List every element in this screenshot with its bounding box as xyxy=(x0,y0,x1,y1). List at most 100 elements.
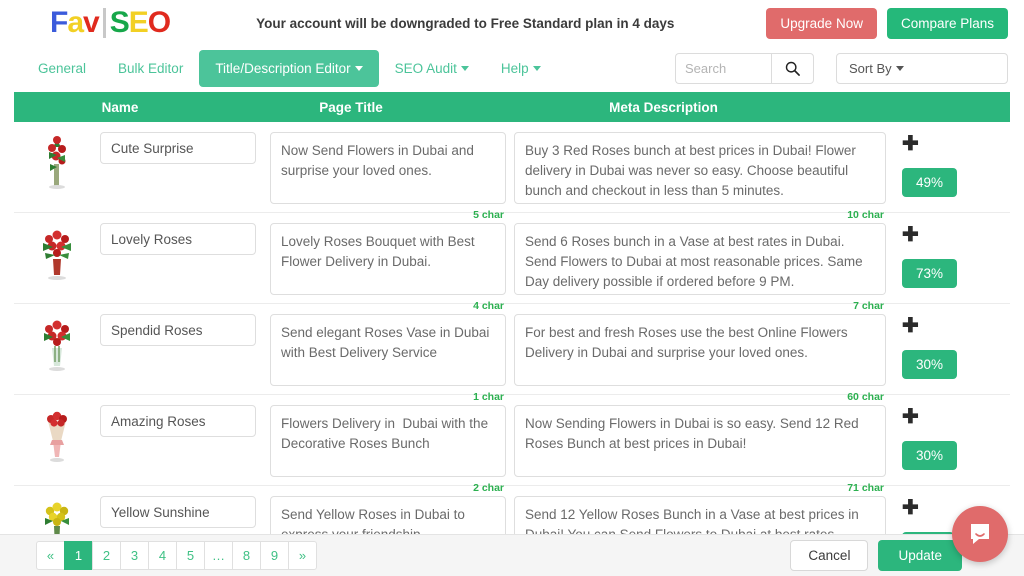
row-actions-cell: ✚ 30% xyxy=(886,405,1010,470)
logo-divider xyxy=(103,8,106,38)
meta-description-cell: Send 6 Roses bunch in a Vase at best rat… xyxy=(514,223,886,300)
downgrade-notice: Your account will be downgraded to Free … xyxy=(170,16,766,31)
column-header-name: Name xyxy=(14,100,226,115)
meta-description-char-count: 60 char xyxy=(847,391,884,403)
page-title-char-count: 4 char xyxy=(473,300,504,312)
top-bar: F a v S E O Your account will be downgra… xyxy=(0,0,1024,46)
name-cell xyxy=(100,223,270,255)
score-badge: 30% xyxy=(902,350,957,379)
update-button[interactable]: Update xyxy=(878,540,962,571)
pagination-next[interactable]: » xyxy=(288,541,317,570)
name-cell xyxy=(100,132,270,164)
pagination-page-9[interactable]: 9 xyxy=(260,541,289,570)
pagination-page-5[interactable]: 5 xyxy=(176,541,205,570)
product-thumbnail-cell xyxy=(14,132,100,190)
nav-label-help: Help xyxy=(501,61,529,76)
name-cell xyxy=(100,314,270,346)
pagination-page-3[interactable]: 3 xyxy=(120,541,149,570)
page-title-char-count: 2 char xyxy=(473,482,504,494)
pagination-ellipsis: … xyxy=(204,541,233,570)
product-name-input[interactable] xyxy=(100,314,256,346)
meta-description-textarea[interactable]: For best and fresh Roses use the best On… xyxy=(514,314,886,386)
column-header-meta-description: Meta Description xyxy=(476,100,851,115)
product-thumbnail-cell xyxy=(14,223,100,281)
plus-icon[interactable]: ✚ xyxy=(902,134,1010,154)
meta-description-textarea[interactable]: Buy 3 Red Roses bunch at best prices in … xyxy=(514,132,886,204)
nav-item-general[interactable]: General xyxy=(22,50,102,87)
logo-letter-a: a xyxy=(67,8,83,38)
search-input[interactable] xyxy=(675,53,771,84)
app-root: F a v S E O Your account will be downgra… xyxy=(0,0,1024,576)
product-name-input[interactable] xyxy=(100,405,256,437)
nav-item-help[interactable]: Help xyxy=(485,50,557,87)
score-badge: 73% xyxy=(902,259,957,288)
search-group xyxy=(675,53,814,84)
nav-item-bulk-editor[interactable]: Bulk Editor xyxy=(102,50,199,87)
nav-item-title-description-editor[interactable]: Title/Description Editor xyxy=(199,50,378,87)
chevron-down-icon xyxy=(896,66,904,71)
pagination: « 1 2 3 4 5 … 8 9 » xyxy=(36,541,317,570)
meta-description-textarea[interactable]: Now Sending Flowers in Dubai is so easy.… xyxy=(514,405,886,477)
pagination-page-2[interactable]: 2 xyxy=(92,541,121,570)
logo-letter-o: O xyxy=(148,8,170,38)
page-title-cell: Flowers Delivery in Dubai with the Decor… xyxy=(270,405,506,482)
chevron-down-icon xyxy=(461,66,469,71)
plus-icon[interactable]: ✚ xyxy=(902,316,1010,336)
main-nav: General Bulk Editor Title/Description Ed… xyxy=(0,46,1024,90)
logo-letter-s: S xyxy=(110,8,129,38)
name-cell xyxy=(100,496,270,528)
nav-label-bulk-editor: Bulk Editor xyxy=(118,61,183,76)
product-name-input[interactable] xyxy=(100,223,256,255)
sort-by-label: Sort By xyxy=(849,61,892,76)
meta-description-char-count: 10 char xyxy=(847,209,884,221)
upgrade-now-button[interactable]: Upgrade Now xyxy=(766,8,877,39)
pagination-prev[interactable]: « xyxy=(36,541,65,570)
nav-item-seo-audit[interactable]: SEO Audit xyxy=(379,50,485,87)
compare-plans-button[interactable]: Compare Plans xyxy=(887,8,1008,39)
pagination-page-4[interactable]: 4 xyxy=(148,541,177,570)
app-logo[interactable]: F a v S E O xyxy=(50,8,170,38)
row-actions-cell: ✚ 30% xyxy=(886,314,1010,379)
table-row: Now Send Flowers in Dubai and surprise y… xyxy=(14,122,1010,213)
page-title-textarea[interactable]: Flowers Delivery in Dubai with the Decor… xyxy=(270,405,506,477)
name-cell xyxy=(100,405,270,437)
nav-label-title-description-editor: Title/Description Editor xyxy=(215,61,350,76)
product-thumbnail-cell xyxy=(14,405,100,463)
score-badge: 49% xyxy=(902,168,957,197)
page-title-textarea[interactable]: Now Send Flowers in Dubai and surprise y… xyxy=(270,132,506,204)
table-rows: Now Send Flowers in Dubai and surprise y… xyxy=(0,122,1024,576)
red-roses-tall-arrangement-icon xyxy=(40,134,74,190)
column-header-page-title: Page Title xyxy=(226,100,476,115)
product-name-input[interactable] xyxy=(100,496,256,528)
nav-label-general: General xyxy=(38,61,86,76)
logo-letter-v: v xyxy=(83,8,99,38)
page-title-textarea[interactable]: Send elegant Roses Vase in Dubai with Be… xyxy=(270,314,506,386)
score-badge: 30% xyxy=(902,441,957,470)
meta-description-char-count: 7 char xyxy=(853,300,884,312)
red-roses-wrapped-bouquet-icon xyxy=(40,407,74,463)
meta-description-cell: Buy 3 Red Roses bunch at best prices in … xyxy=(514,132,886,209)
page-title-textarea[interactable]: Lovely Roses Bouquet with Best Flower De… xyxy=(270,223,506,295)
product-name-input[interactable] xyxy=(100,132,256,164)
table-row: Send elegant Roses Vase in Dubai with Be… xyxy=(14,304,1010,395)
page-title-char-count: 5 char xyxy=(473,209,504,221)
plus-icon[interactable]: ✚ xyxy=(902,407,1010,427)
meta-description-textarea[interactable]: Send 6 Roses bunch in a Vase at best rat… xyxy=(514,223,886,295)
nav-label-seo-audit: SEO Audit xyxy=(395,61,457,76)
search-icon xyxy=(785,61,800,76)
row-actions-cell: ✚ 73% xyxy=(886,223,1010,288)
footer-bar: « 1 2 3 4 5 … 8 9 » Cancel Update xyxy=(0,534,1024,576)
chat-launcher-button[interactable] xyxy=(952,506,1008,562)
cancel-button[interactable]: Cancel xyxy=(790,540,868,571)
chevron-down-icon xyxy=(355,66,363,71)
sort-by-dropdown[interactable]: Sort By xyxy=(836,53,1008,84)
table-header: Name Page Title Meta Description xyxy=(14,92,1010,122)
pagination-page-1[interactable]: 1 xyxy=(64,541,93,570)
chat-bubble-icon xyxy=(967,521,993,547)
search-button[interactable] xyxy=(771,53,814,84)
pagination-page-8[interactable]: 8 xyxy=(232,541,261,570)
page-title-cell: Now Send Flowers in Dubai and surprise y… xyxy=(270,132,506,209)
table-row: Lovely Roses Bouquet with Best Flower De… xyxy=(14,213,1010,304)
chevron-down-icon xyxy=(533,66,541,71)
plus-icon[interactable]: ✚ xyxy=(902,225,1010,245)
